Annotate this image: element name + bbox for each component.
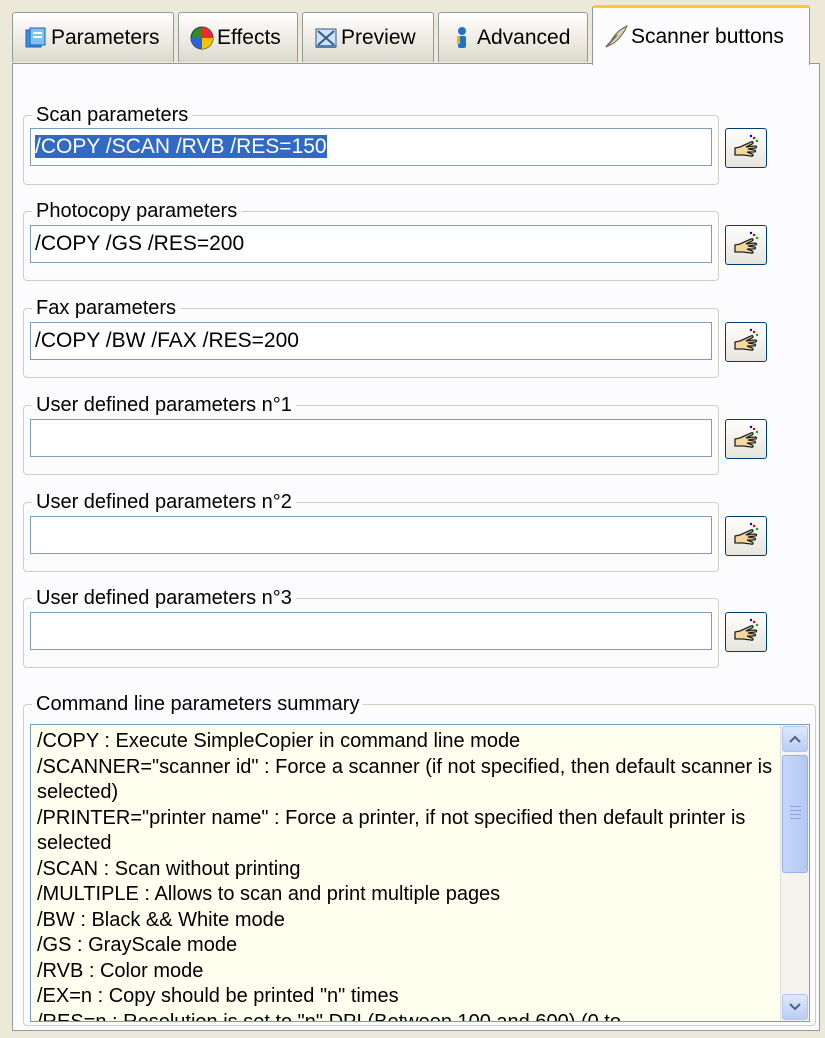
summary-line: /GS : GrayScale mode xyxy=(37,934,238,956)
tab-label: Advanced xyxy=(477,25,571,49)
pointing-hand-icon xyxy=(734,618,759,641)
group-legend: Fax parameters xyxy=(32,295,181,321)
command-line-summary-textarea[interactable]: /COPY : Execute SimpleCopier in command … xyxy=(30,724,810,1022)
pointing-hand-icon xyxy=(734,134,759,157)
group-legend: User defined parameters n°1 xyxy=(32,392,296,418)
user-parameters-1-input[interactable] xyxy=(30,419,712,457)
summary-line: /SCAN : Scan without printing xyxy=(37,857,301,880)
pointing-hand-icon xyxy=(734,231,759,254)
pointing-hand-icon xyxy=(734,522,759,545)
scroll-down-button[interactable] xyxy=(782,994,808,1020)
vertical-scrollbar[interactable] xyxy=(780,725,809,1021)
user-parameters-1-button[interactable] xyxy=(725,419,767,459)
tab-preview[interactable]: Preview xyxy=(302,12,434,62)
thumb-grip xyxy=(790,810,801,811)
tab-label: Preview xyxy=(341,25,416,49)
tab-label: Scanner buttons xyxy=(631,24,784,48)
chevron-up-icon xyxy=(789,735,801,743)
thumb-grip xyxy=(790,818,801,819)
summary-line: /RES=n : Resolution is set to "n" DPI (B… xyxy=(37,1010,621,1022)
user-parameters-3-button[interactable] xyxy=(725,612,767,652)
effects-icon xyxy=(190,26,214,49)
photocopy-parameters-button[interactable] xyxy=(725,225,767,265)
chevron-down-icon xyxy=(789,1003,801,1011)
quill-icon xyxy=(605,24,628,48)
fax-parameters-button[interactable] xyxy=(725,322,767,362)
group-legend: Command line parameters summary xyxy=(32,691,364,717)
summary-line: /SCANNER="scanner id" : Force a scanner … xyxy=(37,755,773,804)
scroll-up-button[interactable] xyxy=(782,726,808,752)
group-legend: Photocopy parameters xyxy=(32,198,242,224)
tab-bar: Parameters Effects Preview Advanced Scan… xyxy=(0,0,825,65)
tab-effects[interactable]: Effects xyxy=(178,12,298,62)
tab-label: Effects xyxy=(217,25,281,49)
summary-line: /BW : Black && White mode xyxy=(37,908,285,931)
user-parameters-2-button[interactable] xyxy=(725,516,767,556)
pointing-hand-icon xyxy=(734,425,759,448)
group-legend: Scan parameters xyxy=(32,102,193,128)
parameters-icon xyxy=(25,27,46,47)
scan-parameters-button[interactable] xyxy=(725,128,767,168)
summary-line: /EX=n : Copy should be printed "n" times xyxy=(37,985,399,1007)
user-parameters-3-input[interactable] xyxy=(30,612,712,650)
tab-advanced[interactable]: Advanced xyxy=(438,12,588,62)
tab-parameters[interactable]: Parameters xyxy=(12,12,174,62)
user-parameters-2-input[interactable] xyxy=(30,516,712,554)
thumb-grip xyxy=(790,806,801,807)
scrollbar-thumb[interactable] xyxy=(782,755,808,873)
thumb-grip xyxy=(790,814,801,815)
tab-scanner-buttons[interactable]: Scanner buttons xyxy=(592,5,810,65)
fax-parameters-input[interactable]: /COPY /BW /FAX /RES=200 xyxy=(30,322,712,360)
tab-label: Parameters xyxy=(51,25,160,49)
photocopy-parameters-input[interactable]: /COPY /GS /RES=200 xyxy=(30,225,712,263)
scan-parameters-input[interactable]: /COPY /SCAN /RVB /RES=150 xyxy=(30,128,712,166)
group-legend: User defined parameters n°2 xyxy=(32,489,296,515)
selected-text: /COPY /SCAN /RVB /RES=150 xyxy=(35,135,327,158)
input-value: /COPY /GS /RES=200 xyxy=(35,232,245,255)
summary-text: /COPY : Execute SimpleCopier in command … xyxy=(37,729,777,1022)
pointing-hand-icon xyxy=(734,328,759,351)
summary-line: /RVB : Color mode xyxy=(37,959,204,982)
advanced-icon xyxy=(457,26,466,48)
summary-line: /PRINTER="printer name" : Force a printe… xyxy=(37,806,746,855)
summary-line: /MULTIPLE : Allows to scan and print mul… xyxy=(37,883,501,905)
group-legend: User defined parameters n°3 xyxy=(32,585,296,611)
summary-line: /COPY : Execute SimpleCopier in command … xyxy=(37,730,521,752)
preview-icon xyxy=(315,28,337,48)
input-value: /COPY /BW /FAX /RES=200 xyxy=(35,329,299,352)
